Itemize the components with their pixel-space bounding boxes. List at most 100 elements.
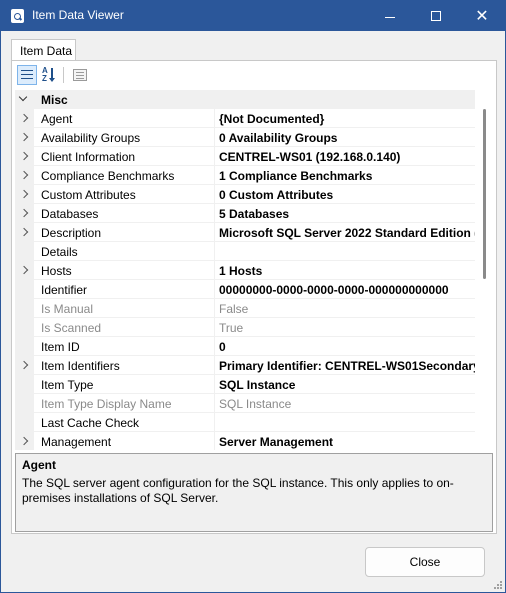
column-splitter[interactable] [214,261,215,280]
chevron-right-icon[interactable] [22,191,28,197]
chevron-down-icon[interactable] [19,94,28,103]
property-row[interactable]: Last Cache Check [15,413,475,432]
vertical-scrollbar[interactable] [476,90,494,450]
property-row[interactable]: Item Type Display Name SQL Instance [15,394,475,413]
categorized-button[interactable] [17,65,37,85]
column-splitter[interactable] [214,204,215,223]
property-value[interactable]: 0 Availability Groups [219,131,475,145]
property-row[interactable]: Is Manual False [15,299,475,318]
property-value[interactable]: False [219,302,475,316]
property-value[interactable]: 0 Custom Attributes [219,188,475,202]
scrollbar-thumb[interactable] [483,109,486,279]
property-row[interactable]: Is Scanned True [15,318,475,337]
property-value[interactable]: 5 Databases [219,207,475,221]
alphabetical-button[interactable]: A Z [39,65,59,85]
chevron-right-icon[interactable] [22,267,28,273]
close-button[interactable]: Close [365,547,485,577]
row-gutter [15,280,34,299]
property-row[interactable]: Item Identifiers Primary Identifier: CENT… [15,356,475,375]
column-splitter[interactable] [214,356,215,375]
chevron-right-icon[interactable] [22,210,28,216]
property-value[interactable]: 1 Hosts [219,264,475,278]
column-splitter[interactable] [214,147,215,166]
property-name: Description [41,226,102,240]
column-splitter[interactable] [214,432,215,450]
row-gutter [15,242,34,261]
property-row[interactable]: Item Type SQL Instance [15,375,475,394]
property-value[interactable]: Microsoft SQL Server 2022 Standard Editi… [219,226,475,240]
property-name: Agent [41,112,73,126]
property-name: Identifier [41,283,88,297]
chevron-right-icon[interactable] [22,153,28,159]
title-bar[interactable]: Item Data Viewer ✕ [1,1,505,31]
property-row[interactable]: Description Microsoft SQL Server 2022 Sta… [15,223,475,242]
resize-grip[interactable] [494,581,504,591]
property-name: Client Information [41,150,136,164]
app-icon [11,9,24,23]
property-name: Availability Groups [41,131,141,145]
property-row[interactable]: Availability Groups 0 Availability Groups [15,128,475,147]
property-name: Management [41,435,112,449]
column-splitter[interactable] [214,299,215,318]
property-value[interactable]: Primary Identifier: CENTREL-WS01Secondar… [219,359,475,373]
column-splitter[interactable] [214,185,215,204]
tab-item-data[interactable]: Item Data [11,39,76,61]
property-row[interactable]: Details [15,242,475,261]
column-splitter[interactable] [214,223,215,242]
column-splitter[interactable] [214,413,215,432]
property-value[interactable]: CENTREL-WS01 (192.168.0.140) [219,150,475,164]
property-value[interactable]: SQL Instance [219,378,475,392]
description-text: The SQL server agent configuration for t… [22,476,454,505]
minimize-icon [385,16,395,18]
row-gutter [15,375,34,394]
close-icon: ✕ [475,6,489,25]
column-splitter[interactable] [214,318,215,337]
chevron-right-icon[interactable] [22,134,28,140]
property-value[interactable]: Server Management [219,435,475,449]
property-pages-icon [73,69,87,81]
property-row[interactable]: Client Information CENTREL-WS01 (192.168.… [15,147,475,166]
property-row[interactable]: Databases 5 Databases [15,204,475,223]
property-value[interactable]: SQL Instance [219,397,475,411]
minimize-button[interactable] [367,1,413,31]
property-name: Custom Attributes [41,188,136,202]
category-misc[interactable]: Misc [15,90,475,109]
property-row[interactable]: Item ID 0 [15,337,475,356]
property-row[interactable]: Custom Attributes 0 Custom Attributes [15,185,475,204]
row-gutter [15,394,34,413]
property-row[interactable]: Agent {Not Documented} [15,109,475,128]
close-window-button[interactable]: ✕ [459,1,505,31]
toolbar-separator [63,67,64,83]
column-splitter[interactable] [214,166,215,185]
chevron-right-icon[interactable] [22,172,28,178]
column-splitter[interactable] [214,337,215,356]
chevron-right-icon[interactable] [22,229,28,235]
chevron-right-icon[interactable] [22,115,28,121]
column-splitter[interactable] [214,242,215,261]
property-pages-button[interactable] [70,65,90,85]
chevron-right-icon[interactable] [22,362,28,368]
property-grid[interactable]: Misc Agent {Not Documented} Availability G… [15,90,494,450]
chevron-right-icon[interactable] [22,438,28,444]
column-splitter[interactable] [214,280,215,299]
property-name: Item ID [41,340,80,354]
property-row[interactable]: Hosts 1 Hosts [15,261,475,280]
description-title: Agent [22,458,56,472]
property-value[interactable]: True [219,321,475,335]
property-value[interactable]: 0 [219,340,475,354]
column-splitter[interactable] [214,394,215,413]
property-row[interactable]: Identifier 00000000-0000-0000-0000-000000… [15,280,475,299]
column-splitter[interactable] [214,128,215,147]
row-gutter [15,318,34,337]
column-splitter[interactable] [214,375,215,394]
maximize-button[interactable] [413,1,459,31]
row-gutter [15,299,34,318]
property-value[interactable]: 1 Compliance Benchmarks [219,169,475,183]
sort-alphabetical-icon: A Z [42,67,56,83]
property-name: Databases [41,207,99,221]
property-row[interactable]: Compliance Benchmarks 1 Compliance Benchm… [15,166,475,185]
column-splitter[interactable] [214,109,215,128]
property-row[interactable]: Management Server Management [15,432,475,450]
property-value[interactable]: {Not Documented} [219,112,475,126]
property-value[interactable]: 00000000-0000-0000-0000-000000000000 [219,283,475,297]
